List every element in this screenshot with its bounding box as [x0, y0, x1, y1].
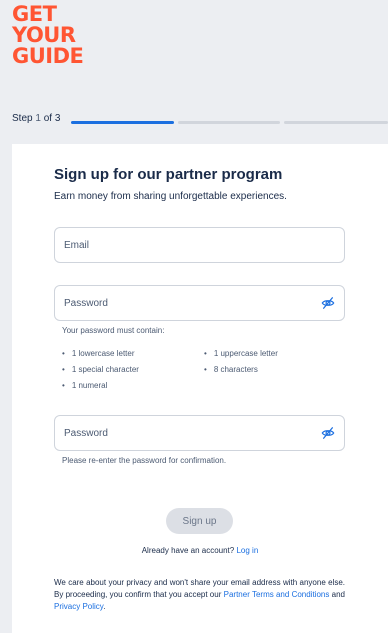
rule-lowercase: 1 lowercase letter [62, 349, 135, 358]
email-input[interactable] [64, 228, 304, 262]
partner-terms-link[interactable]: Partner Terms and Conditions [224, 590, 330, 599]
confirm-password-input[interactable] [64, 416, 304, 450]
eye-off-icon[interactable] [321, 296, 335, 310]
step-progress: Step 1 of 3 [12, 112, 388, 128]
step-current: 1 [35, 113, 41, 124]
step-prefix: Step [12, 113, 33, 124]
getyourguide-logo[interactable]: GET YOUR GUIDE [12, 2, 84, 68]
logo-line-1: GET [12, 2, 57, 26]
eye-off-icon[interactable] [321, 426, 335, 440]
login-prompt: Already have an account? Log in [12, 546, 388, 555]
password-input[interactable] [64, 286, 304, 320]
step-separator: of [43, 113, 53, 124]
privacy-policy-link[interactable]: Privacy Policy [54, 602, 103, 611]
confirm-password-hint: Please re-enter the password for confirm… [62, 456, 227, 465]
login-link[interactable]: Log in [236, 546, 258, 555]
rule-special-character: 1 special character [62, 365, 139, 374]
confirm-password-field[interactable] [54, 415, 345, 451]
logo-line-3: GUIDE [12, 44, 84, 68]
privacy-end: . [103, 602, 106, 611]
rule-uppercase: 1 uppercase letter [204, 349, 278, 358]
password-field[interactable] [54, 285, 345, 321]
rule-length: 8 characters [204, 365, 258, 374]
password-rules-heading: Your password must contain: [62, 326, 165, 335]
step-bar-1 [71, 121, 174, 124]
signup-card: Sign up for our partner program Earn mon… [12, 144, 388, 633]
rule-numeral: 1 numeral [62, 381, 108, 390]
step-bar-3 [284, 121, 388, 124]
page-title: Sign up for our partner program [54, 166, 283, 183]
privacy-notice: We care about your privacy and won't sha… [54, 577, 345, 613]
page-subtitle: Earn money from sharing unforgettable ex… [54, 191, 287, 202]
privacy-and: and [331, 590, 345, 599]
signup-button[interactable]: Sign up [166, 508, 233, 534]
login-prompt-text: Already have an account? [141, 546, 235, 555]
email-field[interactable] [54, 227, 345, 263]
step-bar-2 [178, 121, 280, 124]
logo-line-2: YOUR [12, 23, 76, 47]
step-total: 3 [54, 113, 61, 124]
step-label: Step 1 of 3 [12, 113, 60, 124]
